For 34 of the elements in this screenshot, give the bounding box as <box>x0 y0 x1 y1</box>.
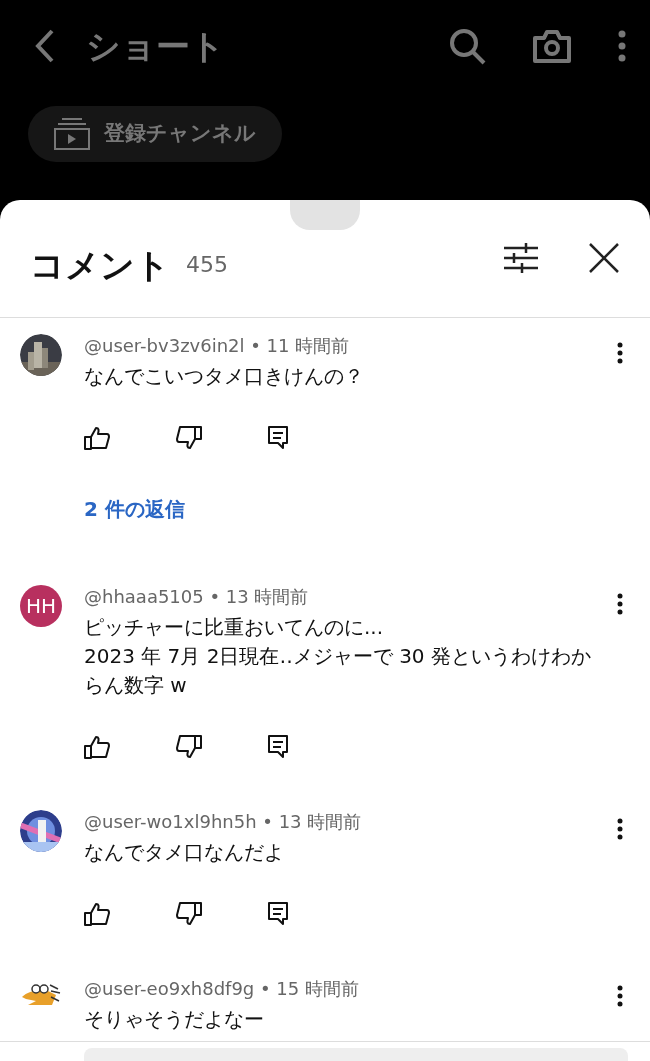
more-icon[interactable] <box>617 593 623 615</box>
sheet-title: コメント <box>30 244 170 287</box>
comment-text: なんでタメ口なんだよ <box>84 839 285 866</box>
subscriptions-chip[interactable]: 登録チャンネル <box>28 106 282 162</box>
comment-text: ピッチャーに比重おいてんのに... 2023 年 7月 2日現在‥メジャーで 30 発というわけわからん数字 w <box>84 614 592 699</box>
thumbs-down-icon[interactable] <box>176 735 202 759</box>
thumbs-down-icon[interactable] <box>176 426 202 450</box>
thumbs-up-icon[interactable] <box>84 426 110 450</box>
comment-meta: @user-bv3zv6in2l • 11 時間前 <box>84 334 351 358</box>
thumbs-down-icon[interactable] <box>176 902 202 926</box>
subscriptions-icon <box>54 118 90 150</box>
filter-icon[interactable] <box>504 243 538 273</box>
reply-icon[interactable] <box>268 426 288 450</box>
comment-meta: @user-wo1xl9hn5h • 13 時間前 <box>84 810 363 834</box>
avatar[interactable]: HH <box>20 585 62 627</box>
more-icon[interactable] <box>617 985 623 1007</box>
comment-count: 455 <box>186 251 228 279</box>
comment-text: なんでこいつタメ口きけんの？ <box>84 363 365 390</box>
camera-icon[interactable] <box>532 28 572 64</box>
reply-icon[interactable] <box>268 735 288 759</box>
drag-handle[interactable] <box>290 200 360 230</box>
back-icon[interactable] <box>34 28 56 64</box>
search-icon[interactable] <box>448 27 486 65</box>
more-icon[interactable] <box>617 818 623 840</box>
comment-meta: @hhaaa5105 • 13 時間前 <box>84 585 310 609</box>
comment-meta: @user-eo9xh8df9g • 15 時間前 <box>84 977 360 1001</box>
close-icon[interactable] <box>588 242 620 274</box>
more-icon[interactable] <box>617 342 623 364</box>
reply-icon[interactable] <box>268 902 288 926</box>
comment-text: そりゃそうだよなー <box>84 1006 265 1033</box>
thumbs-up-icon[interactable] <box>84 902 110 926</box>
thumbs-up-icon[interactable] <box>84 735 110 759</box>
page-title: ショート <box>86 24 225 68</box>
replies-link[interactable]: 2 件の返信 <box>84 495 185 523</box>
